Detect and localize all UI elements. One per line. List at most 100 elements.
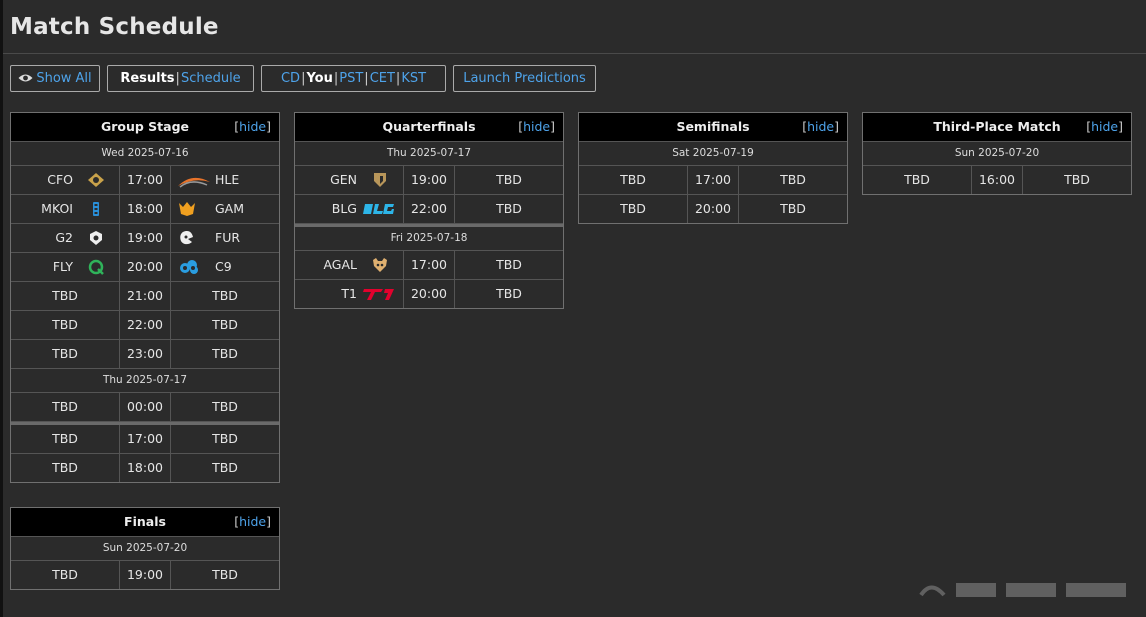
match-row[interactable]: BLG 22:00 TBD <box>295 195 563 224</box>
date-header: Thu 2025-07-17 <box>11 369 279 393</box>
hide-toggle[interactable]: [hide] <box>802 113 839 141</box>
match-row[interactable]: TBD 17:00 TBD <box>11 422 279 454</box>
match-time: 20:00 <box>688 195 739 223</box>
date-header: Sat 2025-07-19 <box>579 142 847 166</box>
team1-cell: CFO <box>11 166 120 194</box>
cfo-logo-icon <box>87 172 105 188</box>
team2-name: TBD <box>496 201 522 216</box>
match-row[interactable]: TBD 20:00 TBD <box>579 195 847 223</box>
team2-name: TBD <box>496 172 522 187</box>
third-place-card: Third-Place Match [hide] Sun 2025-07-20 … <box>862 112 1132 195</box>
team2-name: TBD <box>780 172 806 187</box>
match-time: 16:00 <box>972 166 1023 194</box>
eye-icon <box>18 73 33 83</box>
tz-kst[interactable]: KST <box>401 71 426 86</box>
team1-name: AGAL <box>323 257 357 272</box>
team2-name: TBD <box>496 286 522 301</box>
results-tab[interactable]: Results <box>120 71 174 86</box>
finals-card: Finals [hide] Sun 2025-07-20 TBD 19:00 T… <box>10 507 280 590</box>
match-row[interactable]: AGAL 17:00 TBD <box>295 251 563 280</box>
match-time: 18:00 <box>120 454 171 482</box>
hide-toggle[interactable]: [hide] <box>234 508 271 536</box>
fly-logo-icon <box>87 259 105 275</box>
left-edge <box>0 0 3 617</box>
team1-name: TBD <box>11 340 120 368</box>
match-row[interactable]: MKOI 18:00 GAM <box>11 195 279 224</box>
team2-name: TBD <box>212 567 238 582</box>
match-row[interactable]: TBD 21:00 TBD <box>11 282 279 311</box>
card-header: Quarterfinals [hide] <box>295 113 563 142</box>
show-all-button[interactable]: Show All <box>10 65 100 92</box>
view-toggle: Results|Schedule <box>107 65 254 92</box>
date-header: Sun 2025-07-20 <box>863 142 1131 166</box>
team2-name: TBD <box>212 346 238 361</box>
team1-name: TBD <box>863 166 972 194</box>
hide-toggle[interactable]: [hide] <box>234 113 271 141</box>
match-row[interactable]: TBD 00:00 TBD <box>11 393 279 422</box>
team2-name: TBD <box>1064 172 1090 187</box>
match-row[interactable]: TBD 19:00 TBD <box>11 561 279 589</box>
match-time: 17:00 <box>120 166 171 194</box>
match-time: 22:00 <box>120 311 171 339</box>
match-time: 19:00 <box>120 561 171 589</box>
team1-name: MKOI <box>41 201 73 216</box>
match-row[interactable]: TBD 22:00 TBD <box>11 311 279 340</box>
mkoi-logo-icon <box>87 201 105 217</box>
match-row[interactable]: TBD 16:00 TBD <box>863 166 1131 194</box>
team2-name: GAM <box>215 201 245 216</box>
match-time: 19:00 <box>120 224 171 252</box>
team1-name: BLG <box>331 201 357 216</box>
tz-cd[interactable]: CD <box>281 71 300 86</box>
match-row[interactable]: FLY 20:00 C9 <box>11 253 279 282</box>
match-time: 22:00 <box>404 195 455 223</box>
team1-name: T1 <box>341 286 357 301</box>
match-row[interactable]: TBD 23:00 TBD <box>11 340 279 369</box>
team1-name: TBD <box>11 425 120 453</box>
group-stage-card: Group Stage [hide] Wed 2025-07-16 CFO 17… <box>10 112 280 483</box>
blg-logo-icon <box>363 201 395 217</box>
team1-name: G2 <box>55 230 73 245</box>
team2-name: TBD <box>212 317 238 332</box>
team2-name: TBD <box>212 431 238 446</box>
team2-name: TBD <box>212 399 238 414</box>
card-header: Semifinals [hide] <box>579 113 847 142</box>
match-row[interactable]: CFO 17:00 HLE <box>11 166 279 195</box>
match-row[interactable]: G2 19:00 FUR <box>11 224 279 253</box>
team2-name: TBD <box>780 201 806 216</box>
match-row[interactable]: TBD 17:00 TBD <box>579 166 847 195</box>
team1-name: FLY <box>52 259 73 274</box>
match-row[interactable]: T1 20:00 TBD <box>295 280 563 308</box>
launch-predictions-button[interactable]: Launch Predictions <box>453 65 596 92</box>
match-row[interactable]: GEN 19:00 TBD <box>295 166 563 195</box>
card-header: Finals [hide] <box>11 508 279 537</box>
semifinals-card: Semifinals [hide] Sat 2025-07-19 TBD 17:… <box>578 112 848 224</box>
tz-cet[interactable]: CET <box>370 71 395 86</box>
match-time: 00:00 <box>120 393 171 421</box>
team1-name: TBD <box>11 282 120 310</box>
team2-name: TBD <box>496 257 522 272</box>
team1-name: TBD <box>579 166 688 194</box>
hle-logo-icon <box>177 172 210 188</box>
launch-predictions-label: Launch Predictions <box>463 71 586 86</box>
tz-pst[interactable]: PST <box>339 71 363 86</box>
hide-toggle[interactable]: [hide] <box>518 113 555 141</box>
match-time: 17:00 <box>120 425 171 453</box>
hide-toggle[interactable]: [hide] <box>1086 113 1123 141</box>
team2-name: C9 <box>215 259 232 274</box>
title-divider <box>3 53 1146 54</box>
match-time: 21:00 <box>120 282 171 310</box>
timezone-toggle: CD|You|PST|CET|KST <box>261 65 446 92</box>
tz-you[interactable]: You <box>306 71 332 86</box>
quarterfinals-card: Quarterfinals [hide] Thu 2025-07-17 GEN … <box>294 112 564 309</box>
match-row[interactable]: TBD 18:00 TBD <box>11 454 279 482</box>
gen-logo-icon <box>371 172 389 188</box>
schedule-tab[interactable]: Schedule <box>181 71 241 86</box>
date-header: Wed 2025-07-16 <box>11 142 279 166</box>
gam-logo-icon <box>177 201 197 217</box>
fur-logo-icon <box>177 230 197 246</box>
team2-name: FUR <box>215 230 241 245</box>
watermark <box>916 575 1136 605</box>
team1-name: TBD <box>11 311 120 339</box>
team2-name: HLE <box>215 172 240 187</box>
team1-name: GEN <box>330 172 357 187</box>
